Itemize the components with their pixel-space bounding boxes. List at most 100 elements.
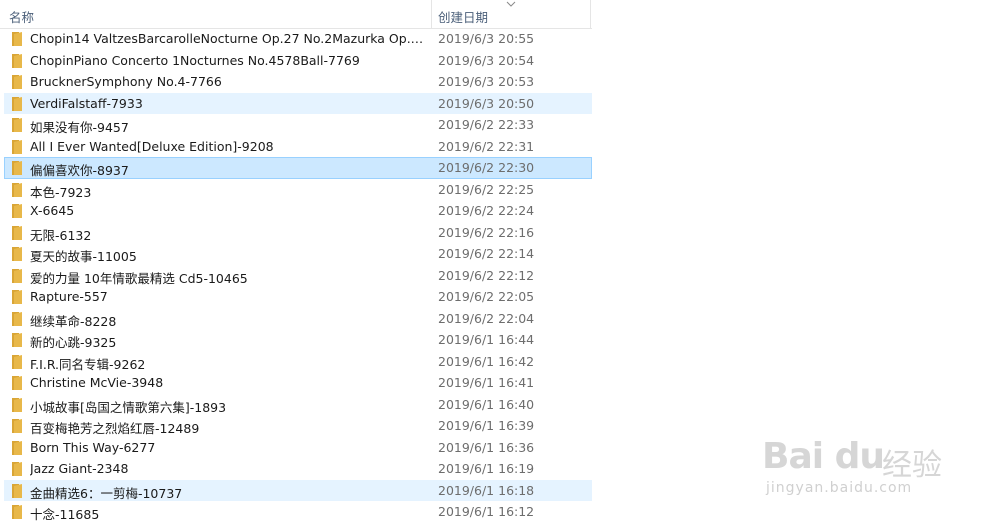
list-item[interactable]: BrucknerSymphony No.4-7766 2019/6/3 20:53: [4, 71, 592, 93]
file-date: 2019/6/2 22:30: [438, 160, 535, 175]
list-item[interactable]: 金曲精选6：一剪梅-10737 2019/6/1 16:18: [4, 479, 592, 501]
file-name: Rapture-557: [30, 289, 108, 304]
folder-icon: [12, 225, 22, 240]
folder-icon: [12, 462, 22, 476]
file-name: 夏天的故事-11005: [30, 249, 137, 264]
folder-icon: [12, 440, 22, 455]
file-explorer: 名称 创建日期 Chopin14 ValtzesBarcarolleNoctur…: [0, 0, 592, 525]
file-list: Chopin14 ValtzesBarcarolleNocturne Op.27…: [0, 28, 592, 523]
folder-icon: [12, 53, 22, 68]
file-name: All I Ever Wanted[Deluxe Edition]-9208: [30, 138, 274, 154]
list-item[interactable]: 新的心跳-9325 2019/6/1 16:44: [4, 329, 592, 351]
folder-icon: [12, 505, 22, 519]
file-date: 2019/6/3 20:55: [438, 31, 535, 46]
watermark-cn: 经验: [882, 448, 942, 483]
folder-icon: [12, 268, 22, 283]
column-header-date-label: 创建日期: [438, 10, 489, 25]
column-header-date[interactable]: 创建日期: [432, 0, 591, 28]
file-name: Christine McVie-3948: [30, 375, 164, 390]
file-date: 2019/6/2 22:25: [438, 181, 535, 197]
folder-icon: [12, 483, 22, 498]
file-date: 2019/6/1 16:18: [438, 482, 535, 498]
file-date: 2019/6/2 22:31: [438, 138, 535, 154]
file-date: 2019/6/2 22:16: [438, 224, 535, 240]
folder-icon: [12, 419, 22, 433]
file-date: 2019/6/2 22:05: [438, 289, 535, 304]
folder-icon: [12, 376, 22, 390]
list-item[interactable]: All I Ever Wanted[Deluxe Edition]-9208 20…: [4, 136, 592, 158]
file-date: 2019/6/1 16:12: [438, 504, 535, 519]
folder-icon: [12, 333, 22, 347]
chevron-down-icon: [506, 1, 516, 7]
list-item[interactable]: Christine McVie-3948 2019/6/1 16:41: [4, 372, 592, 394]
folder-icon: [12, 182, 22, 197]
file-name: Chopin14 ValtzesBarcarolleNocturne Op.27…: [30, 31, 428, 46]
list-item[interactable]: 偏偏喜欢你-8937 2019/6/2 22:30: [4, 157, 592, 179]
folder-icon: [12, 161, 22, 175]
baidu-jingyan-watermark: Bai du 经验 jingyan.baidu.com: [762, 436, 962, 516]
folder-icon: [12, 139, 22, 154]
list-item[interactable]: 如果没有你-9457 2019/6/2 22:33: [4, 114, 592, 136]
folder-icon: [12, 311, 22, 326]
list-item[interactable]: Chopin14 ValtzesBarcarolleNocturne Op.27…: [4, 28, 592, 50]
file-name: 金曲精选6：一剪梅-10737: [30, 485, 183, 501]
file-name: VerdiFalstaff-7933: [30, 95, 143, 111]
file-date: 2019/6/2 22:33: [438, 117, 535, 132]
file-date: 2019/6/1 16:39: [438, 418, 535, 433]
list-item[interactable]: X-6645 2019/6/2 22:24: [4, 200, 592, 222]
list-item[interactable]: Jazz Giant-2348 2019/6/1 16:19: [4, 458, 592, 480]
file-date: 2019/6/3 20:53: [438, 74, 535, 89]
file-name: BrucknerSymphony No.4-7766: [30, 74, 222, 89]
file-name: 继续革命-8228: [30, 313, 117, 329]
folder-icon: [12, 32, 22, 46]
file-date: 2019/6/1 16:40: [438, 396, 535, 412]
list-item[interactable]: 十念-11685 2019/6/1 16:12: [4, 501, 592, 523]
file-date: 2019/6/2 22:24: [438, 203, 535, 218]
column-header-name-label: 名称: [9, 10, 35, 25]
file-name: ChopinPiano Concerto 1Nocturnes No.4578B…: [30, 52, 360, 68]
list-item[interactable]: VerdiFalstaff-7933 2019/6/3 20:50: [4, 92, 592, 114]
file-name: 新的心跳-9325: [30, 335, 117, 350]
folder-icon: [12, 247, 22, 261]
file-date: 2019/6/1 16:42: [438, 353, 535, 369]
file-name: 偏偏喜欢你-8937: [30, 163, 129, 178]
file-date: 2019/6/2 22:04: [438, 310, 535, 326]
list-item[interactable]: 本色-7923 2019/6/2 22:25: [4, 179, 592, 201]
list-item[interactable]: 百变梅艳芳之烈焰红唇-12489 2019/6/1 16:39: [4, 415, 592, 437]
file-name: 百变梅艳芳之烈焰红唇-12489: [30, 421, 200, 436]
file-name: 无限-6132: [30, 227, 92, 243]
file-date: 2019/6/2 22:12: [438, 267, 535, 283]
file-name: F.I.R.同名专辑-9262: [30, 356, 146, 372]
file-name: Jazz Giant-2348: [30, 461, 129, 476]
list-item[interactable]: ChopinPiano Concerto 1Nocturnes No.4578B…: [4, 50, 592, 72]
file-name: Born This Way-6277: [30, 439, 156, 455]
list-item[interactable]: Born This Way-6277 2019/6/1 16:36: [4, 437, 592, 459]
column-header: 名称 创建日期: [0, 0, 592, 29]
list-item[interactable]: 爱的力量 10年情歌最精选 Cd5-10465 2019/6/2 22:12: [4, 265, 592, 287]
file-date: 2019/6/1 16:44: [438, 332, 535, 347]
folder-icon: [12, 96, 22, 111]
file-name: 如果没有你-9457: [30, 120, 129, 135]
file-date: 2019/6/2 22:14: [438, 246, 535, 261]
file-name: 本色-7923: [30, 184, 92, 200]
file-date: 2019/6/3 20:54: [438, 52, 535, 68]
watermark-url: jingyan.baidu.com: [766, 480, 913, 496]
folder-icon: [12, 397, 22, 412]
file-date: 2019/6/3 20:50: [438, 95, 535, 111]
folder-icon: [12, 118, 22, 132]
file-date: 2019/6/1 16:19: [438, 461, 535, 476]
folder-icon: [12, 75, 22, 89]
file-name: 小城故事[岛国之情歌第六集]-1893: [30, 399, 227, 415]
list-item[interactable]: 小城故事[岛国之情歌第六集]-1893 2019/6/1 16:40: [4, 394, 592, 416]
list-item[interactable]: Rapture-557 2019/6/2 22:05: [4, 286, 592, 308]
file-date: 2019/6/1 16:36: [438, 439, 535, 455]
file-name: 爱的力量 10年情歌最精选 Cd5-10465: [30, 270, 248, 286]
column-header-name[interactable]: 名称: [0, 0, 432, 28]
list-item[interactable]: 夏天的故事-11005 2019/6/2 22:14: [4, 243, 592, 265]
file-date: 2019/6/1 16:41: [438, 375, 535, 390]
list-item[interactable]: 继续革命-8228 2019/6/2 22:04: [4, 308, 592, 330]
file-name: 十念-11685: [30, 507, 100, 522]
list-item[interactable]: F.I.R.同名专辑-9262 2019/6/1 16:42: [4, 351, 592, 373]
folder-icon: [12, 290, 22, 304]
list-item[interactable]: 无限-6132 2019/6/2 22:16: [4, 222, 592, 244]
